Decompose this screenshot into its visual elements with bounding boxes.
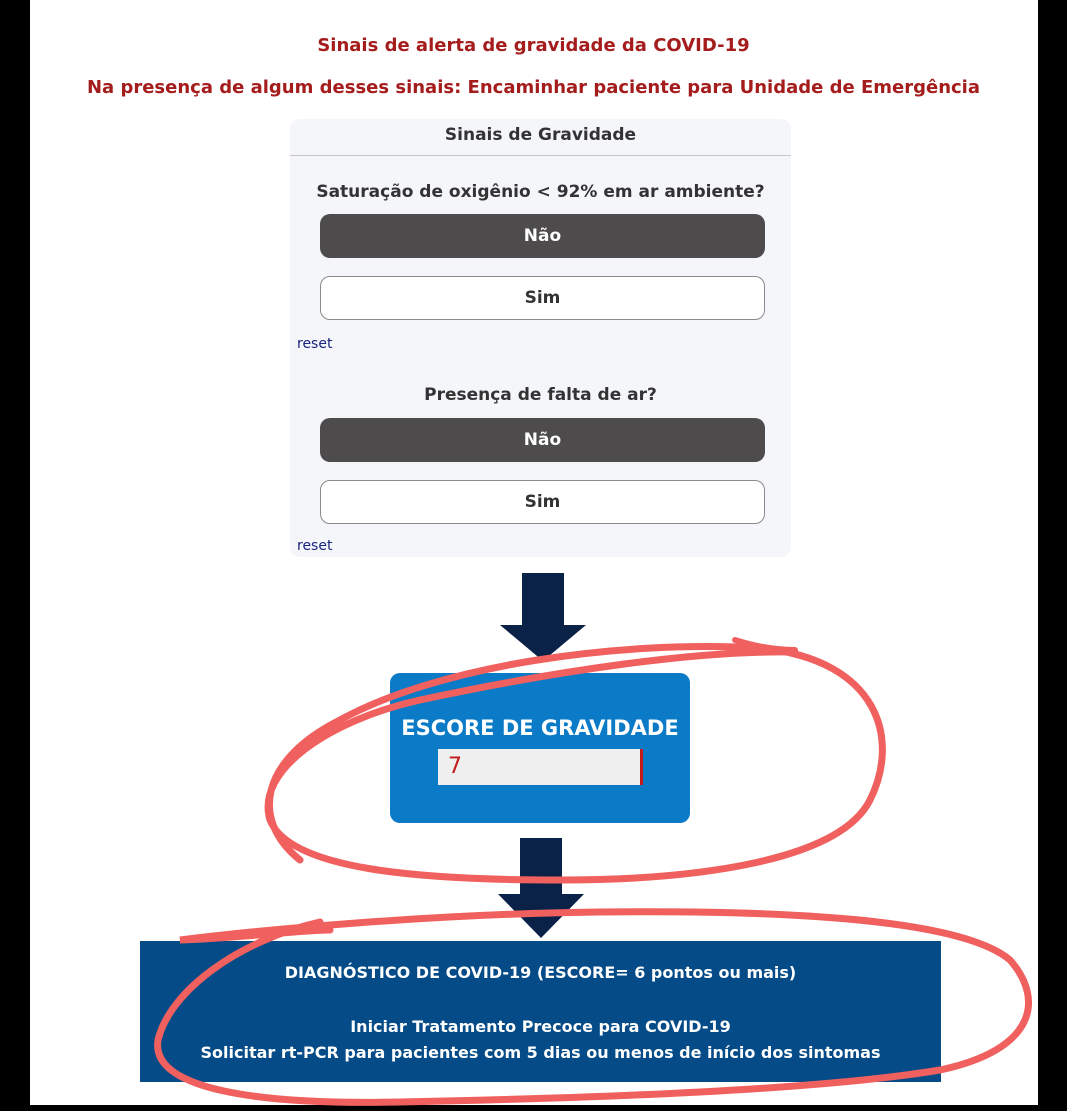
severity-score-box: ESCORE DE GRAVIDADE 7 — [390, 673, 690, 823]
panel-title: Sinais de Gravidade — [290, 119, 791, 156]
diagnosis-title: DIAGNÓSTICO DE COVID-19 (ESCORE= 6 ponto… — [284, 963, 797, 982]
diagnosis-rtpcr-line: Solicitar rt-PCR para pacientes com 5 di… — [200, 1043, 881, 1062]
diagnosis-treatment-line: Iniciar Tratamento Precoce para COVID-19 — [350, 1017, 731, 1036]
arrow-down-icon — [500, 573, 586, 661]
severity-score-field[interactable]: 7 — [438, 749, 643, 785]
oxygen-saturation-yes-button[interactable]: Sim — [320, 276, 765, 320]
shortness-of-breath-yes-button[interactable]: Sim — [320, 480, 765, 524]
emergency-instruction: Na presença de algum desses sinais: Enca… — [86, 77, 980, 98]
question-shortness-of-breath: Presença de falta de ar? — [424, 385, 657, 405]
oxygen-saturation-no-button[interactable]: Não — [320, 214, 765, 258]
shortness-of-breath-no-button[interactable]: Não — [320, 418, 765, 462]
covid-diagnosis-box: DIAGNÓSTICO DE COVID-19 (ESCORE= 6 ponto… — [140, 941, 941, 1082]
severity-score-label: ESCORE DE GRAVIDADE — [401, 716, 679, 740]
shortness-of-breath-reset-link[interactable]: reset — [297, 538, 332, 554]
question-oxygen-saturation: Saturação de oxigênio < 92% em ar ambien… — [316, 182, 765, 202]
alert-title: Sinais de alerta de gravidade da COVID-1… — [317, 35, 750, 56]
arrow-down-icon — [498, 838, 584, 938]
severity-signs-panel: Sinais de Gravidade Saturação de oxigêni… — [290, 119, 791, 557]
oxygen-saturation-reset-link[interactable]: reset — [297, 336, 332, 352]
